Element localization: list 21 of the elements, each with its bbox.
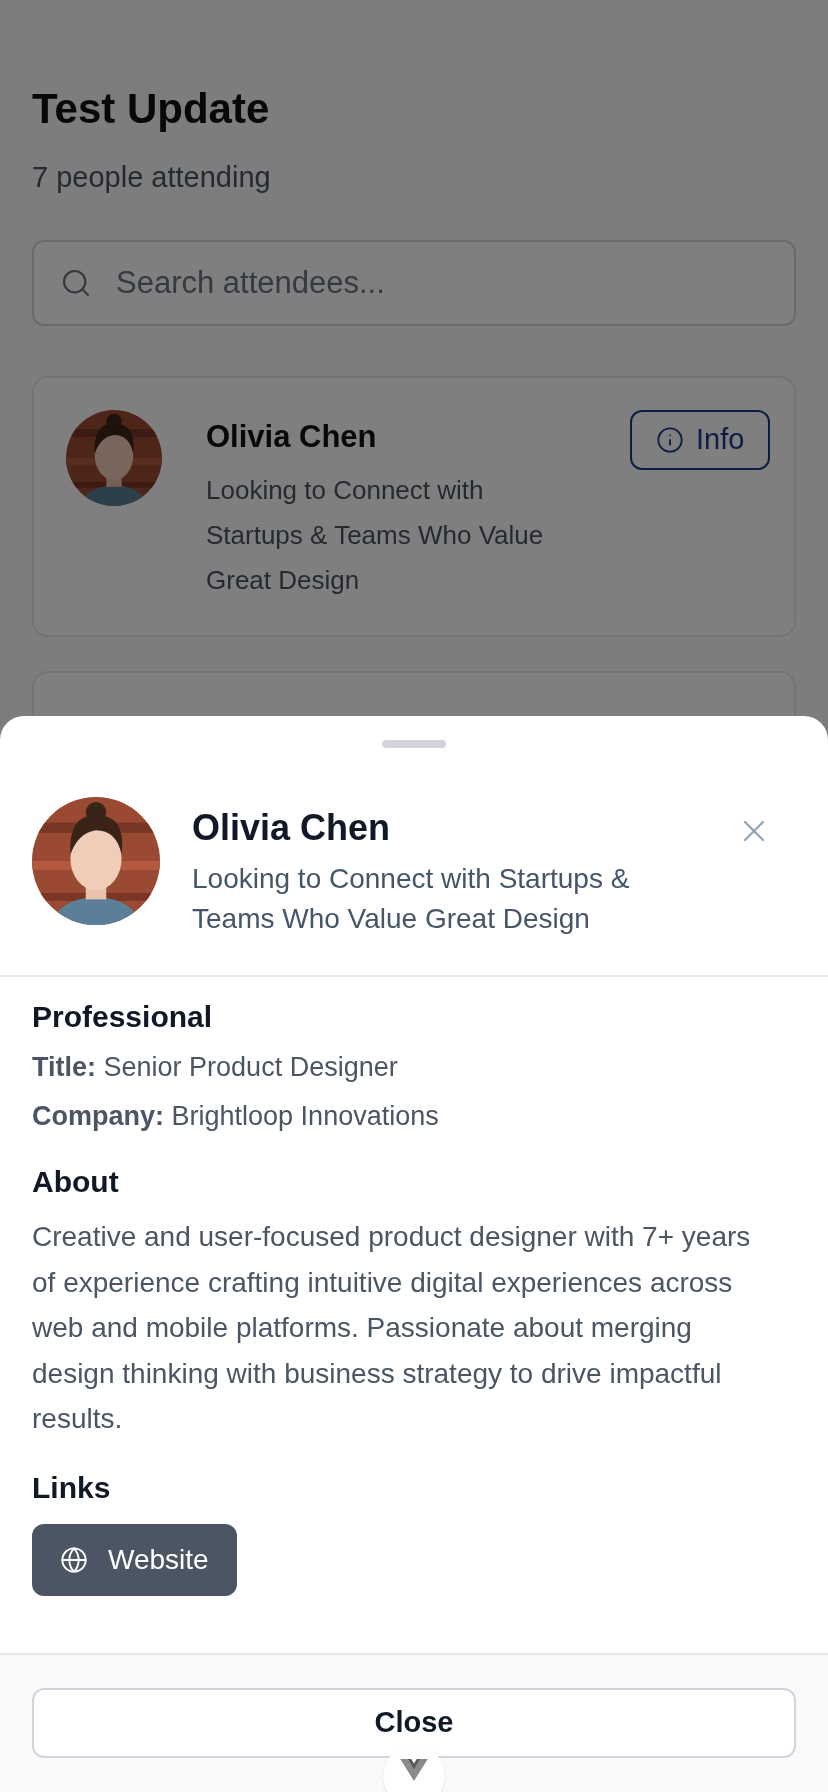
globe-icon — [60, 1545, 88, 1574]
website-button[interactable]: Website — [32, 1523, 237, 1596]
section-heading: Links — [32, 1469, 111, 1506]
attendee-headline: Looking to Connect with Startups & Teams Who Value Great Design — [206, 474, 545, 597]
profile-name: Olivia Chen — [192, 806, 391, 850]
attendee-name: Olivia Chen — [206, 417, 377, 456]
section-heading: About — [32, 1164, 119, 1200]
info-icon — [656, 425, 684, 454]
profile-field: Title: Senior Product Designer — [32, 1047, 398, 1088]
section-heading: Professional — [32, 999, 213, 1035]
profile-headline: Looking to Connect with Startups & Teams Who Value Great Design — [192, 862, 631, 936]
search-field[interactable]: Search attendees... — [32, 239, 796, 326]
info-button[interactable]: Info — [630, 409, 771, 470]
profile-field: Company: Brightloop Innovations — [32, 1095, 439, 1136]
chevron-logo-icon — [400, 1759, 428, 1781]
drag-handle[interactable] — [382, 740, 446, 748]
page-title: Test Update — [32, 84, 270, 134]
about-text: Creative and user-focused product designer with 7+ years of experience crafting intuitive digital experiences across web and mobile platforms. Passionate about merging design thinking with business strategy to drive impactful results. — [32, 1220, 752, 1436]
close-button[interactable]: Close — [32, 1688, 796, 1758]
attendee-card[interactable]: Olivia Chen Looking to Connect with Startups & Teams Who Value Great Design Info — [32, 375, 796, 637]
attendee-count: 7 people attending — [32, 160, 271, 195]
